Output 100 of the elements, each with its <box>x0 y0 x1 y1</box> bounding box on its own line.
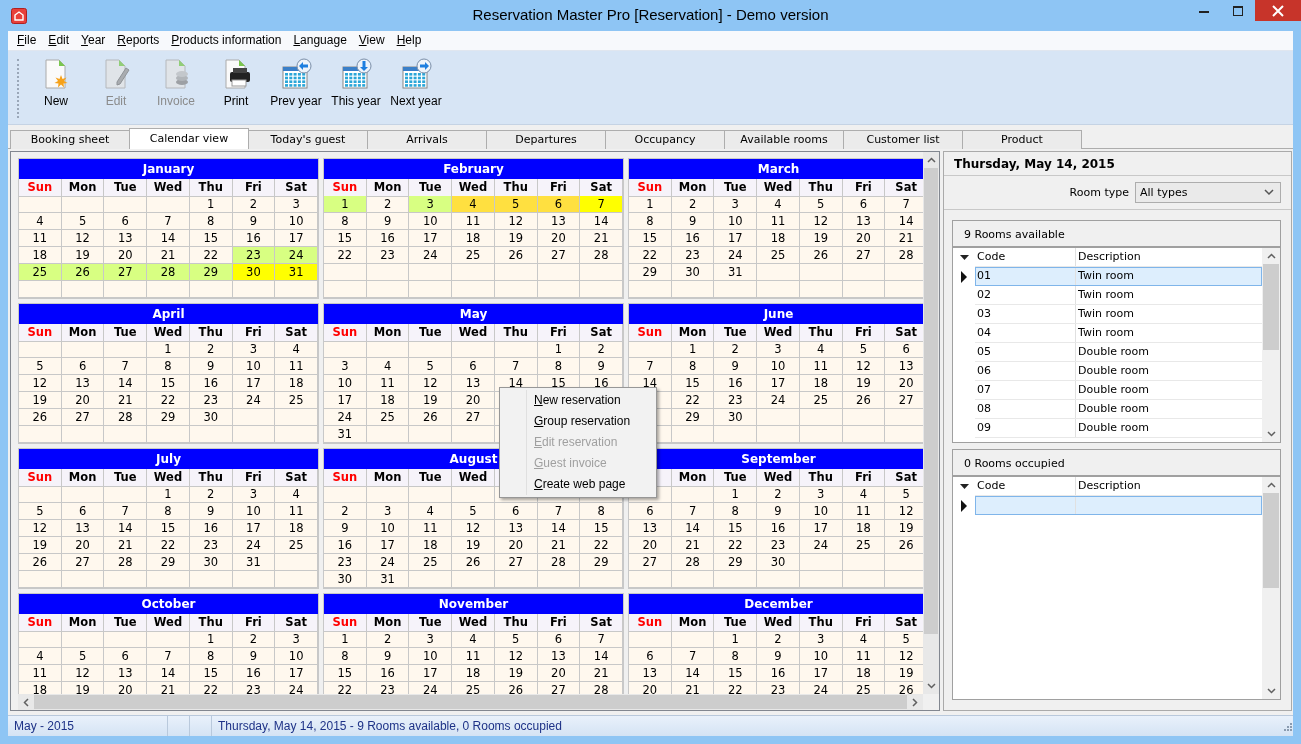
day-cell[interactable]: 17 <box>324 392 367 409</box>
day-cell[interactable]: 29 <box>671 409 715 426</box>
day-cell[interactable]: 7 <box>147 648 190 665</box>
day-cell[interactable]: 13 <box>104 230 148 247</box>
day-cell[interactable]: 18 <box>409 537 453 554</box>
day-cell[interactable]: 18 <box>275 520 318 537</box>
day-cell[interactable]: 9 <box>757 648 800 665</box>
day-cell[interactable]: 2 <box>714 341 758 358</box>
day-cell[interactable]: 9 <box>671 213 715 230</box>
day-cell[interactable]: 18 <box>452 230 495 247</box>
day-cell[interactable]: 18 <box>799 375 843 392</box>
day-cell[interactable]: 15 <box>671 375 715 392</box>
day-cell[interactable]: 25 <box>366 409 410 426</box>
day-cell[interactable]: 13 <box>629 665 672 682</box>
tab[interactable]: Available rooms <box>724 130 844 149</box>
day-cell[interactable]: 3 <box>232 486 276 503</box>
day-cell[interactable]: 15 <box>714 665 758 682</box>
day-cell[interactable]: 21 <box>104 392 148 409</box>
day-cell[interactable]: 9 <box>324 520 367 537</box>
day-cell[interactable]: 17 <box>799 520 843 537</box>
day-cell[interactable]: 24 <box>799 537 843 554</box>
day-cell[interactable]: 8 <box>537 358 581 375</box>
day-cell[interactable]: 5 <box>61 213 105 230</box>
day-cell[interactable]: 13 <box>104 665 148 682</box>
day-cell[interactable]: 12 <box>494 648 538 665</box>
day-cell[interactable]: 24 <box>714 247 758 264</box>
day-cell[interactable]: 15 <box>147 520 190 537</box>
day-cell[interactable]: 6 <box>629 503 672 520</box>
day-cell[interactable]: 27 <box>494 554 538 571</box>
day-cell[interactable]: 18 <box>452 665 495 682</box>
table-row[interactable]: 01 Twin room <box>975 267 1262 286</box>
day-cell[interactable]: 16 <box>189 520 233 537</box>
day-cell[interactable]: 26 <box>452 554 495 571</box>
day-cell[interactable]: 6 <box>537 631 581 648</box>
day-cell[interactable]: 6 <box>61 503 105 520</box>
day-cell[interactable]: 11 <box>275 503 318 520</box>
menu-item[interactable]: Help <box>390 33 428 48</box>
tab[interactable]: Product <box>962 130 1082 149</box>
day-cell[interactable]: 8 <box>714 503 758 520</box>
day-cell[interactable]: 10 <box>409 213 453 230</box>
day-cell[interactable]: 18 <box>842 520 886 537</box>
tab[interactable]: Customer list <box>843 130 963 149</box>
day-cell[interactable]: 14 <box>537 520 581 537</box>
day-cell[interactable]: 30 <box>189 409 233 426</box>
day-cell[interactable]: 8 <box>147 358 190 375</box>
day-cell[interactable]: 27 <box>61 409 105 426</box>
day-cell[interactable]: 15 <box>714 520 758 537</box>
day-cell[interactable]: 26 <box>494 247 538 264</box>
day-cell[interactable]: 10 <box>714 213 758 230</box>
day-cell[interactable]: 12 <box>842 358 886 375</box>
day-cell[interactable]: 4 <box>452 631 495 648</box>
day-cell[interactable]: 11 <box>842 503 886 520</box>
tab[interactable]: Occupancy <box>605 130 725 149</box>
day-cell[interactable]: 5 <box>799 196 843 213</box>
day-cell[interactable]: 19 <box>19 392 62 409</box>
day-cell[interactable]: 31 <box>714 264 758 281</box>
day-cell[interactable]: 7 <box>104 503 148 520</box>
day-cell[interactable]: 5 <box>19 503 62 520</box>
table-row[interactable]: 07 Double room <box>975 381 1262 400</box>
day-cell[interactable]: 3 <box>324 358 367 375</box>
day-cell[interactable]: 29 <box>714 554 758 571</box>
day-cell[interactable]: 8 <box>147 503 190 520</box>
day-cell[interactable]: 27 <box>842 247 886 264</box>
day-cell[interactable]: 10 <box>232 503 276 520</box>
day-cell[interactable]: 22 <box>147 392 190 409</box>
day-cell[interactable]: 28 <box>671 554 715 571</box>
table-row[interactable]: 08 Double room <box>975 400 1262 419</box>
day-cell[interactable]: 30 <box>757 554 800 571</box>
day-cell[interactable]: 2 <box>324 503 367 520</box>
toolbar-button[interactable]: This year <box>326 53 386 124</box>
day-cell[interactable]: 3 <box>799 486 843 503</box>
day-cell[interactable]: 16 <box>757 665 800 682</box>
day-cell[interactable]: 26 <box>61 264 105 281</box>
day-cell[interactable]: 5 <box>61 648 105 665</box>
day-cell[interactable]: 4 <box>409 503 453 520</box>
day-cell[interactable]: 1 <box>324 631 367 648</box>
day-cell[interactable]: 30 <box>671 264 715 281</box>
day-cell[interactable]: 15 <box>580 520 623 537</box>
day-cell[interactable]: 12 <box>19 375 62 392</box>
day-cell[interactable]: 20 <box>452 392 495 409</box>
day-cell[interactable]: 30 <box>324 571 367 588</box>
day-cell[interactable]: 3 <box>275 631 318 648</box>
day-cell[interactable]: 12 <box>494 213 538 230</box>
day-cell[interactable]: 13 <box>452 375 495 392</box>
day-cell[interactable]: 29 <box>189 264 233 281</box>
day-cell[interactable]: 4 <box>275 341 318 358</box>
day-cell[interactable]: 8 <box>324 213 367 230</box>
day-cell[interactable]: 6 <box>629 648 672 665</box>
day-cell[interactable]: 28 <box>104 409 148 426</box>
day-cell[interactable]: 25 <box>799 392 843 409</box>
toolbar-button[interactable]: Prev year <box>266 53 326 124</box>
day-cell[interactable]: 24 <box>409 247 453 264</box>
day-cell[interactable]: 16 <box>757 520 800 537</box>
day-cell[interactable]: 3 <box>275 196 318 213</box>
day-cell[interactable]: 18 <box>366 392 410 409</box>
day-cell[interactable]: 26 <box>842 392 886 409</box>
day-cell[interactable]: 22 <box>147 537 190 554</box>
day-cell[interactable]: 31 <box>275 264 318 281</box>
day-cell[interactable]: 20 <box>842 230 886 247</box>
day-cell[interactable]: 9 <box>232 648 276 665</box>
